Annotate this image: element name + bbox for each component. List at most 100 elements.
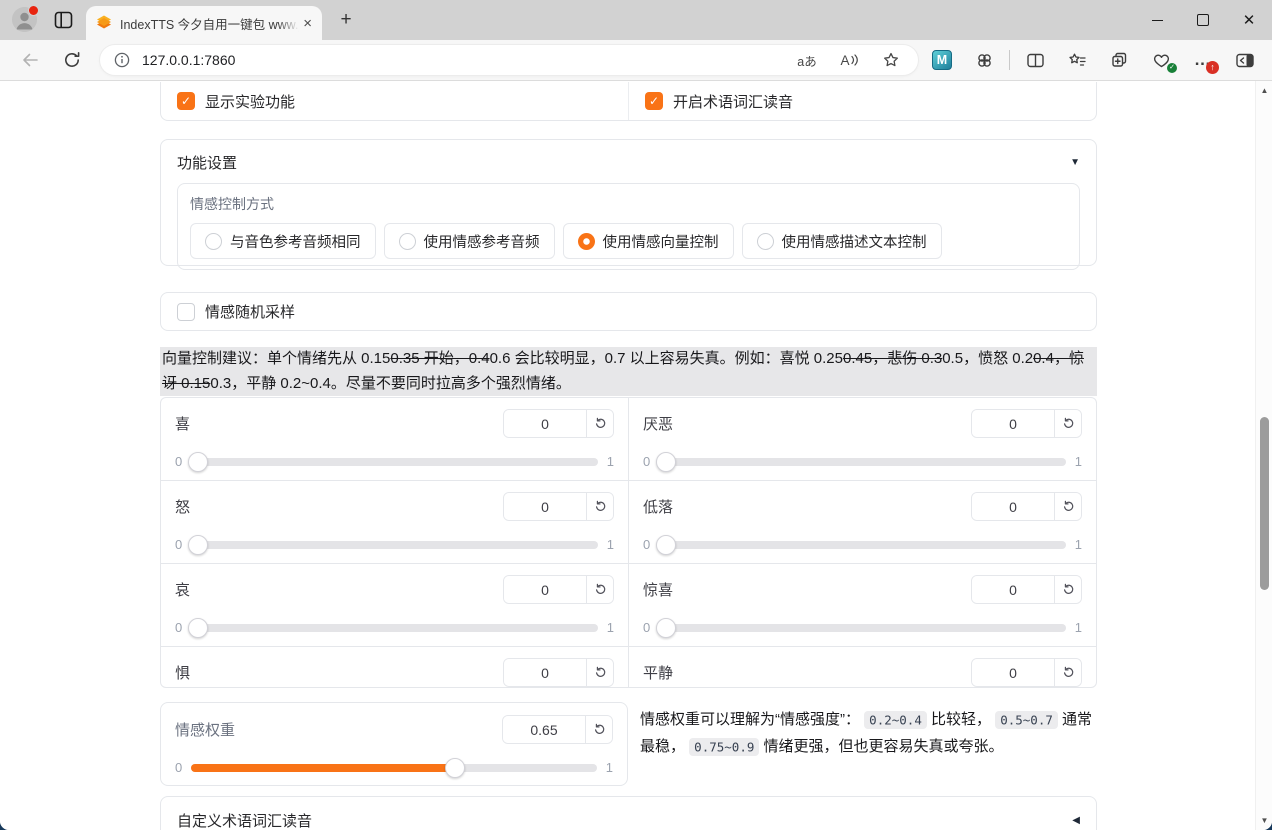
scroll-up-icon[interactable]: ▲ bbox=[1256, 86, 1272, 95]
m-extension-icon[interactable]: M bbox=[929, 47, 955, 73]
workspaces-icon[interactable] bbox=[54, 11, 74, 29]
reset-icon[interactable] bbox=[586, 493, 613, 520]
slider-min-label: 0 bbox=[643, 620, 651, 635]
collections-icon[interactable] bbox=[1106, 47, 1132, 73]
slider-header: 平静 bbox=[643, 658, 1082, 687]
url-text[interactable]: 127.0.0.1:7860 bbox=[142, 52, 235, 68]
slider-track[interactable] bbox=[188, 617, 598, 638]
slider-min-label: 0 bbox=[175, 537, 183, 552]
slider-track[interactable] bbox=[656, 617, 1066, 638]
accordion-custom-terms-header[interactable]: 自定义术语词汇读音 ◀ bbox=[161, 797, 1096, 830]
slider-value-input[interactable] bbox=[504, 493, 586, 520]
reset-icon[interactable] bbox=[1054, 410, 1081, 437]
slider-handle[interactable] bbox=[656, 534, 677, 555]
reset-icon[interactable] bbox=[586, 576, 613, 603]
slider-value-input[interactable] bbox=[504, 410, 586, 437]
accordion-feature-settings-header[interactable]: 功能设置 ▼ bbox=[161, 140, 1096, 173]
slider-value-input[interactable] bbox=[504, 659, 586, 686]
radio-option-unselected[interactable]: 使用情感参考音频 bbox=[383, 223, 555, 259]
checkbox-term-pronunciation[interactable]: ✓ 开启术语词汇读音 bbox=[629, 82, 1096, 120]
reset-icon[interactable] bbox=[585, 716, 612, 743]
new-tab-button[interactable]: + bbox=[334, 8, 358, 32]
slider-track[interactable] bbox=[656, 534, 1066, 555]
accordion-custom-terms: 自定义术语词汇读音 ◀ bbox=[160, 796, 1097, 830]
slider-value-input[interactable] bbox=[972, 493, 1054, 520]
slider-number-group bbox=[971, 409, 1082, 438]
reset-icon[interactable] bbox=[586, 410, 613, 437]
slider-handle[interactable] bbox=[444, 757, 465, 778]
extensions-icon[interactable] bbox=[971, 47, 997, 73]
window-minimize-button[interactable] bbox=[1134, 0, 1180, 40]
tab-close-icon[interactable]: × bbox=[303, 16, 312, 31]
slider-handle[interactable] bbox=[188, 451, 209, 472]
emotion-control-mode-group: 情感控制方式 与音色参考音频相同 使用情感参考音频 使用情感向量控制 使用情感描述文本… bbox=[177, 183, 1080, 270]
checkbox-show-experimental[interactable]: ✓ 显示实验功能 bbox=[161, 82, 628, 120]
radio-option-unselected[interactable]: 与音色参考音频相同 bbox=[190, 223, 376, 259]
tab-title: IndexTTS 今夕自用一键包 www.jx bbox=[120, 17, 300, 32]
reset-icon[interactable] bbox=[1054, 576, 1081, 603]
slider-number-group bbox=[502, 715, 613, 744]
radio-icon bbox=[398, 232, 416, 250]
slider-track[interactable] bbox=[191, 757, 597, 778]
reset-icon[interactable] bbox=[586, 659, 613, 686]
emotion-slider-哀: 哀01 bbox=[161, 564, 628, 646]
profile-avatar[interactable] bbox=[12, 5, 39, 32]
reset-icon[interactable] bbox=[1054, 659, 1081, 686]
slider-value-input[interactable] bbox=[972, 659, 1054, 686]
slider-row: 01 bbox=[175, 451, 614, 472]
vertical-scrollbar[interactable]: ▲ ▼ bbox=[1255, 81, 1272, 830]
back-button[interactable] bbox=[20, 50, 40, 70]
browser-essentials-icon[interactable]: ✓ bbox=[1148, 47, 1177, 73]
slider-header: 厌恶 bbox=[643, 409, 1082, 438]
slider-row: 01 bbox=[175, 617, 614, 638]
slider-value-input[interactable] bbox=[972, 576, 1054, 603]
slider-number-group bbox=[503, 658, 614, 687]
radio-option-selected[interactable]: 使用情感向量控制 bbox=[562, 223, 734, 259]
refresh-button[interactable] bbox=[62, 50, 82, 70]
browser-tab[interactable]: IndexTTS 今夕自用一键包 www.jx × bbox=[86, 6, 322, 40]
read-aloud-icon[interactable]: A bbox=[836, 49, 862, 71]
slider-handle[interactable] bbox=[656, 451, 677, 472]
slider-track[interactable] bbox=[188, 451, 598, 472]
slider-track[interactable] bbox=[188, 534, 598, 555]
checkbox-emotion-random-sampling[interactable]: 情感随机采样 bbox=[160, 292, 1097, 331]
reset-icon[interactable] bbox=[1054, 493, 1081, 520]
vector-control-tip: 向量控制建议：单个情绪先从 0.150.35 开始，0.40.6 会比较明显，0… bbox=[160, 347, 1097, 396]
favorite-star-icon[interactable] bbox=[878, 49, 904, 71]
experimental-options-panel: ✓ 显示实验功能 ✓ 开启术语词汇读音 bbox=[160, 82, 1097, 121]
radio-option-unselected[interactable]: 使用情感描述文本控制 bbox=[741, 223, 942, 259]
split-screen-icon[interactable] bbox=[1022, 47, 1048, 73]
slider-max-label: 1 bbox=[606, 620, 614, 635]
toolbar-icons: M ✓ … ↑ bbox=[921, 40, 1266, 80]
radio-group-label: 情感控制方式 bbox=[190, 196, 274, 212]
window-close-button[interactable]: ✕ bbox=[1226, 0, 1272, 40]
slider-header: 惧 bbox=[175, 658, 614, 687]
slider-label: 喜 bbox=[175, 416, 191, 433]
scrollbar-thumb[interactable] bbox=[1260, 417, 1269, 590]
translate-icon[interactable]: aあ bbox=[794, 49, 820, 71]
scroll-down-icon[interactable]: ▼ bbox=[1256, 816, 1272, 825]
slider-row: 01 bbox=[643, 534, 1082, 555]
slider-number-group bbox=[503, 492, 614, 521]
browser-window: IndexTTS 今夕自用一键包 www.jx × + ✕ 127.0.0.1:… bbox=[0, 0, 1272, 830]
window-maximize-button[interactable] bbox=[1180, 0, 1226, 40]
slider-value-input[interactable] bbox=[503, 716, 585, 743]
favorites-icon[interactable] bbox=[1064, 47, 1090, 73]
slider-row: 01 bbox=[175, 757, 613, 778]
slider-track[interactable] bbox=[656, 451, 1066, 472]
settings-more-icon[interactable]: … ↑ bbox=[1190, 47, 1219, 74]
emotion-slider-惊喜: 惊喜01 bbox=[629, 564, 1096, 646]
slider-handle[interactable] bbox=[188, 534, 209, 555]
slider-value-input[interactable] bbox=[504, 576, 586, 603]
slider-value-input[interactable] bbox=[972, 410, 1054, 437]
slider-handle[interactable] bbox=[188, 617, 209, 638]
checkbox-unchecked-icon bbox=[177, 302, 195, 321]
slider-number-group bbox=[971, 658, 1082, 687]
note-text: 情感权重可以理解为“情感强度”： bbox=[640, 711, 865, 728]
site-info-icon[interactable] bbox=[114, 52, 130, 68]
accordion-expanded-icon: ▼ bbox=[1070, 157, 1080, 168]
address-bar[interactable]: 127.0.0.1:7860 aあ A bbox=[100, 45, 918, 75]
sidebar-toggle-icon[interactable] bbox=[1232, 47, 1258, 73]
slider-handle[interactable] bbox=[656, 617, 677, 638]
radio-option-label: 使用情感向量控制 bbox=[602, 234, 719, 251]
